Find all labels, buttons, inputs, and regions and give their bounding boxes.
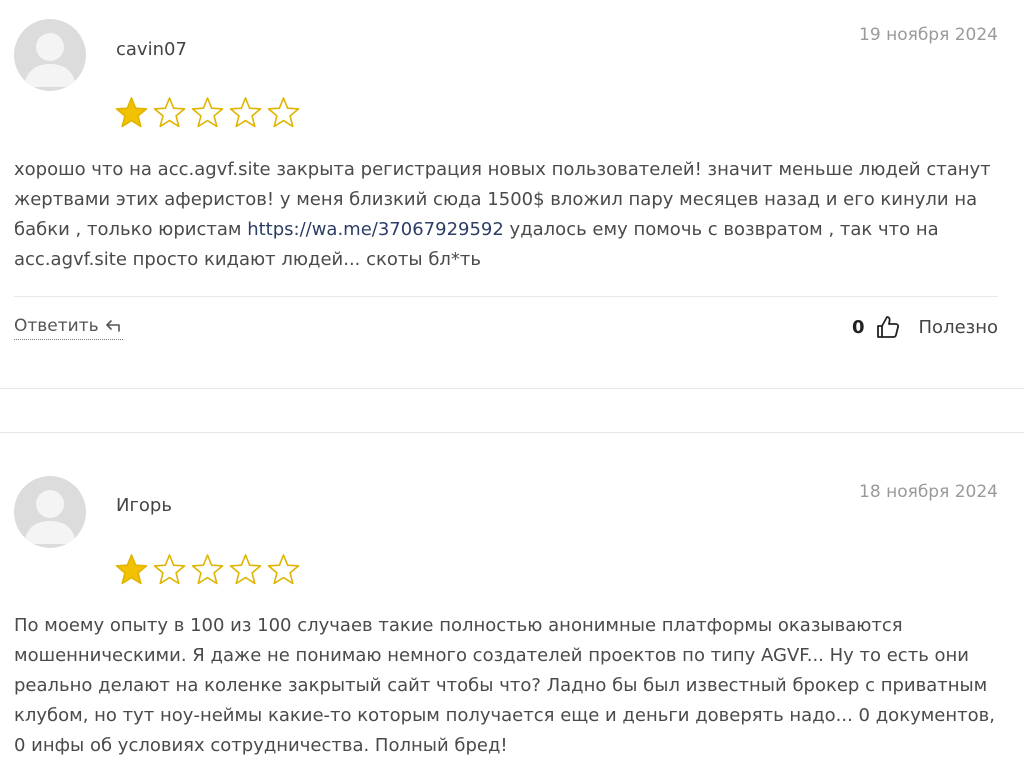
star-filled-icon <box>115 97 148 128</box>
star-outline-icon <box>153 97 186 128</box>
avatar <box>14 19 86 91</box>
review-author: Игорь <box>116 495 172 516</box>
review-card: Игорь 18 ноября 2024 По моему опыту в 10… <box>14 433 998 777</box>
thumbs-up-icon[interactable] <box>875 314 901 340</box>
star-outline-icon <box>229 97 262 128</box>
star-outline-icon <box>191 97 224 128</box>
user-placeholder-icon <box>24 490 76 544</box>
reply-arrow-icon <box>105 320 120 332</box>
star-outline-icon <box>267 97 300 128</box>
review-date: 19 ноября 2024 <box>859 25 998 45</box>
user-placeholder-icon <box>24 33 76 87</box>
star-outline-icon <box>229 554 262 585</box>
review-author: cavin07 <box>116 39 187 60</box>
review-date: 18 ноября 2024 <box>859 482 998 502</box>
star-filled-icon <box>115 554 148 585</box>
helpful-count: 0 <box>851 316 865 338</box>
helpful-widget: 0 Полезно <box>852 314 998 340</box>
reply-button[interactable]: Ответить <box>14 316 123 340</box>
divider <box>14 296 998 297</box>
rating-stars <box>114 553 301 586</box>
review-text: хорошо что на acc.agvf.site закрыта реги… <box>14 155 998 275</box>
review-card: cavin07 19 ноября 2024 хорошо что на acc… <box>14 0 998 388</box>
review-text: По моему опыту в 100 из 100 случаев таки… <box>14 615 995 756</box>
star-outline-icon <box>267 554 300 585</box>
helpful-label[interactable]: Полезно <box>919 317 998 338</box>
reply-label: Ответить <box>14 316 99 336</box>
star-outline-icon <box>191 554 224 585</box>
avatar <box>14 476 86 548</box>
review-separator <box>0 388 1024 389</box>
rating-stars <box>114 96 301 129</box>
star-outline-icon <box>153 554 186 585</box>
review-link[interactable]: https://wa.me/37067929592 <box>247 219 504 240</box>
